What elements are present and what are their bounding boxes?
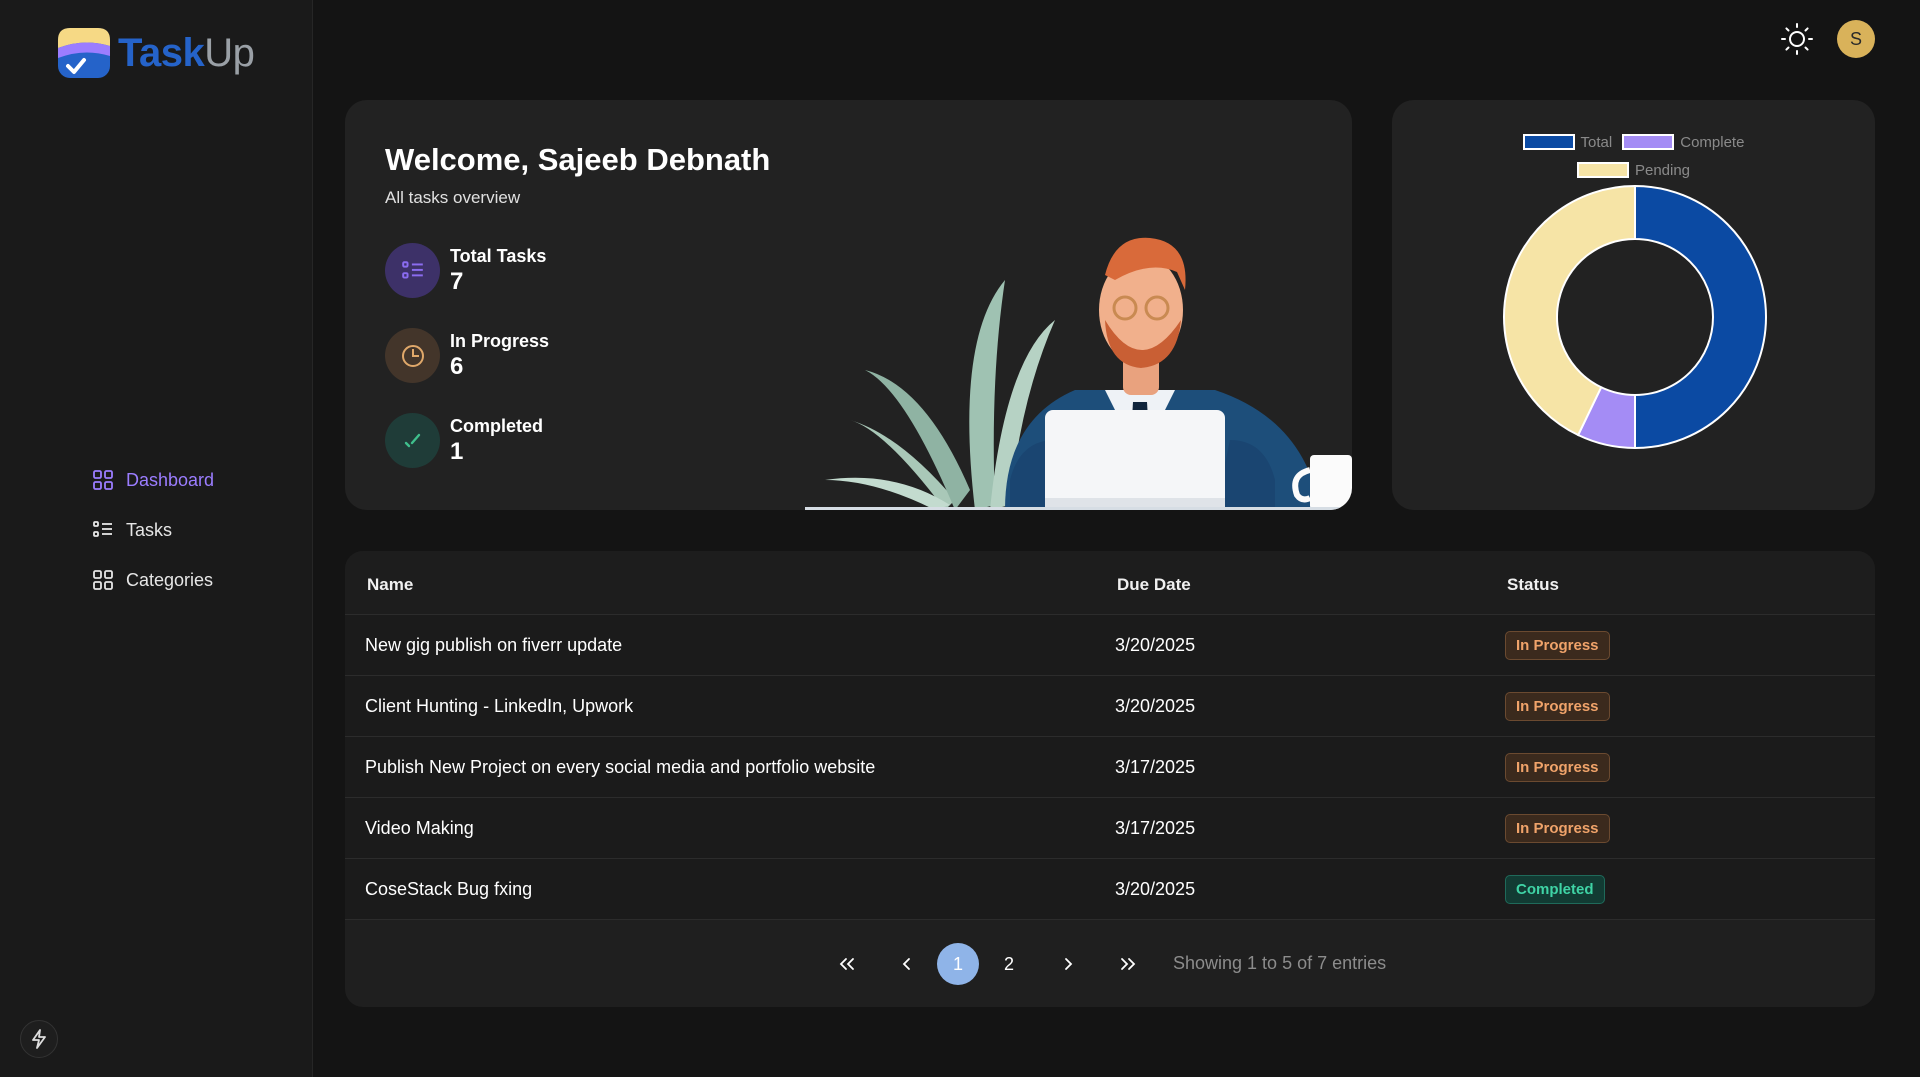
sidebar-item-categories[interactable]: Categories <box>92 555 214 605</box>
welcome-title: Welcome, Sajeeb Debnath <box>385 142 771 177</box>
legend-label: Complete <box>1680 133 1745 151</box>
sidebar-item-label: Tasks <box>126 519 173 540</box>
stat-label: Total Tasks <box>450 245 547 266</box>
pagination: 1 2 Showing 1 to 5 of 7 entries <box>345 943 1875 985</box>
sidebar-item-tasks[interactable]: Tasks <box>92 505 214 555</box>
stat-value: 6 <box>450 352 464 380</box>
chart-legend: Total Complete Pending <box>1392 128 1875 184</box>
table-row[interactable]: CoseStack Bug fxing 3/20/2025 Completed <box>345 859 1875 920</box>
stat-total-tasks: Total Tasks 7 <box>385 243 546 298</box>
task-name: Video Making <box>365 817 474 838</box>
legend-item-complete[interactable]: Complete <box>1622 134 1744 151</box>
stat-in-progress: In Progress 6 <box>385 328 549 383</box>
theme-toggle[interactable] <box>1780 22 1814 56</box>
status-badge: In Progress <box>1505 691 1610 721</box>
task-due-date: 3/17/2025 <box>1115 817 1196 838</box>
welcome-card: Welcome, Sajeeb Debnath All tasks overvi… <box>345 100 1352 510</box>
stat-label: Completed <box>450 415 544 436</box>
legend-swatch <box>1576 162 1629 178</box>
check-icon <box>404 433 420 447</box>
task-due-date: 3/20/2025 <box>1115 878 1196 899</box>
sidebar-item-dashboard[interactable]: Dashboard <box>92 455 214 505</box>
stat-value: 7 <box>450 267 464 295</box>
task-name: CoseStack Bug fxing <box>365 878 533 899</box>
welcome-subtitle: All tasks overview <box>385 188 521 207</box>
status-badge: In Progress <box>1505 813 1610 843</box>
stat-icon-wrap <box>385 328 440 383</box>
illustration-man-at-laptop <box>805 237 1352 510</box>
status-badge: Completed <box>1505 874 1605 904</box>
table-row[interactable]: Client Hunting - LinkedIn, Upwork 3/20/2… <box>345 676 1875 737</box>
tasks-table: Name Due Date Status New gig publish on … <box>345 551 1875 1007</box>
grid-icon <box>93 470 113 490</box>
legend-label: Pending <box>1634 161 1691 179</box>
bolt-icon <box>32 1029 46 1049</box>
prev-page-button[interactable] <box>886 943 928 985</box>
legend-item-pending[interactable]: Pending <box>1576 161 1691 179</box>
column-header-name[interactable]: Name <box>367 575 413 595</box>
bolt-button[interactable] <box>20 1020 58 1058</box>
legend-swatch <box>1522 134 1575 150</box>
task-due-date: 3/20/2025 <box>1115 634 1196 655</box>
legend-item-total[interactable]: Total <box>1522 133 1613 151</box>
task-name: Client Hunting - LinkedIn, Upwork <box>365 695 634 716</box>
logo-text: TaskUp <box>118 30 255 75</box>
stat-label: In Progress <box>450 330 550 351</box>
clock-icon <box>401 344 424 367</box>
categories-icon <box>93 570 113 590</box>
task-due-date: 3/17/2025 <box>1115 756 1196 777</box>
task-name: New gig publish on fiverr update <box>365 634 623 655</box>
double-chevron-left-icon <box>839 958 854 970</box>
stat-icon-wrap <box>385 413 440 468</box>
table-row[interactable]: Publish New Project on every social medi… <box>345 737 1875 798</box>
page-button-1[interactable]: 1 <box>937 943 979 985</box>
donut-slice-total[interactable] <box>1634 184 1767 450</box>
sidebar: TaskUp Dashboard Tasks Categories <box>0 0 313 1077</box>
status-badge: In Progress <box>1505 630 1610 660</box>
task-name: Publish New Project on every social medi… <box>365 756 876 777</box>
task-due-date: 3/20/2025 <box>1115 695 1196 716</box>
logo[interactable]: TaskUp <box>56 26 255 80</box>
logo-icon <box>58 28 110 78</box>
list-icon <box>93 521 112 537</box>
sidebar-item-label: Dashboard <box>126 469 215 490</box>
status-badge: In Progress <box>1505 752 1610 782</box>
page-button-2[interactable]: 2 <box>988 943 1030 985</box>
stat-value: 1 <box>450 437 464 465</box>
stat-icon-wrap <box>385 243 440 298</box>
entries-summary: Showing 1 to 5 of 7 entries <box>1173 953 1387 973</box>
sidebar-nav: Dashboard Tasks Categories <box>92 455 214 605</box>
double-chevron-right-icon <box>1121 958 1136 970</box>
avatar[interactable]: S <box>1837 20 1875 58</box>
table-row[interactable]: Video Making 3/17/2025 In Progress <box>345 798 1875 859</box>
table-header: Name Due Date Status <box>345 551 1875 615</box>
donut-chart <box>1503 184 1767 450</box>
legend-swatch <box>1622 134 1675 150</box>
column-header-due-date[interactable]: Due Date <box>1117 575 1191 595</box>
chevron-right-icon <box>1065 958 1073 970</box>
table-row[interactable]: New gig publish on fiverr update 3/20/20… <box>345 615 1875 676</box>
next-page-button[interactable] <box>1047 943 1089 985</box>
sidebar-item-label: Categories <box>126 569 214 590</box>
chevron-left-icon <box>902 958 910 970</box>
column-header-status[interactable]: Status <box>1507 575 1559 595</box>
last-page-button[interactable] <box>1107 943 1149 985</box>
first-page-button[interactable] <box>826 943 868 985</box>
chart-card: Total Complete Pending <box>1392 100 1875 510</box>
legend-label: Total <box>1580 133 1613 151</box>
stat-completed: Completed 1 <box>385 413 543 468</box>
sun-icon <box>1781 23 1813 55</box>
list-icon <box>401 260 423 279</box>
